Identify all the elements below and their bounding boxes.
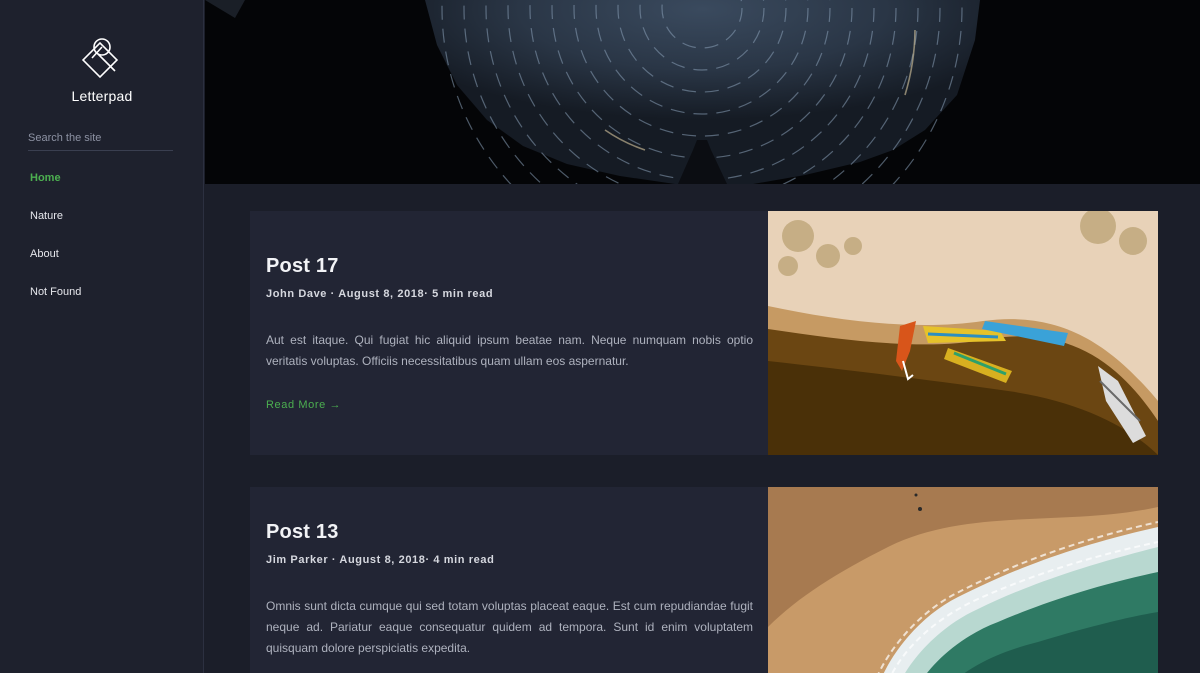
brand[interactable]: Letterpad	[0, 34, 204, 104]
logo-icon	[81, 38, 119, 79]
post-card[interactable]: Post 17 John Dave · August 8, 2018· 5 mi…	[250, 211, 1158, 455]
sidebar: Letterpad Home Nature About Not Found	[0, 0, 204, 673]
post-title[interactable]: Post 13	[266, 520, 753, 544]
post-excerpt: Omnis sunt dicta cumque qui sed totam vo…	[266, 599, 753, 655]
post-card[interactable]: Post 13 Jim Parker · August 8, 2018· 4 m…	[250, 487, 1158, 673]
read-more-link[interactable]: Read More →	[266, 399, 341, 411]
post-image-boats[interactable]	[768, 211, 1158, 455]
post-title[interactable]: Post 17	[266, 254, 753, 278]
search-input[interactable]	[28, 128, 173, 148]
sidebar-nav: Home Nature About Not Found	[30, 172, 81, 324]
nav-item-not-found[interactable]: Not Found	[30, 286, 81, 324]
nav-item-home[interactable]: Home	[30, 172, 81, 210]
post-excerpt: Aut est itaque. Qui fugiat hic aliquid i…	[266, 333, 753, 368]
post-image-shore[interactable]	[768, 487, 1158, 673]
hero-banner-image	[205, 0, 1200, 184]
post-card-body: Post 17 John Dave · August 8, 2018· 5 mi…	[266, 254, 753, 413]
nav-item-nature[interactable]: Nature	[30, 210, 81, 248]
brand-name: Letterpad	[71, 88, 133, 104]
post-meta: John Dave · August 8, 2018· 5 min read	[266, 288, 494, 300]
nav-item-about[interactable]: About	[30, 248, 81, 286]
post-card-body: Post 13 Jim Parker · August 8, 2018· 4 m…	[266, 520, 753, 659]
search-box	[28, 128, 173, 151]
app: Letterpad Home Nature About Not Found	[0, 0, 1200, 673]
post-meta: Jim Parker · August 8, 2018· 4 min read	[266, 554, 495, 566]
post-list: Post 17 John Dave · August 8, 2018· 5 mi…	[205, 184, 1200, 673]
